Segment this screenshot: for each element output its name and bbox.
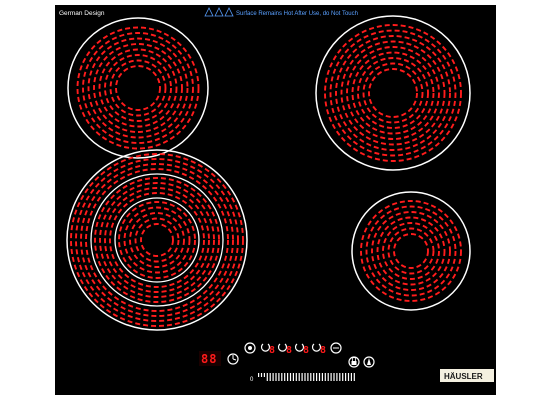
brand-logo: HÄUSLER: [444, 372, 483, 381]
slider-tick: [350, 373, 352, 381]
slider-tick: [301, 373, 303, 381]
slider-tick: [292, 373, 294, 381]
slider-tick: [275, 373, 277, 381]
slider-tick: [324, 373, 326, 381]
slider-tick: [336, 373, 338, 381]
slider-tick: [304, 373, 306, 381]
slider-tick: [272, 373, 274, 381]
svg-text:8: 8: [320, 345, 326, 356]
slider-tick: [269, 373, 271, 381]
slider-tick: [260, 373, 263, 377]
timer-display: 88: [201, 352, 217, 366]
slider-tick: [342, 373, 344, 381]
slider-tick: [281, 373, 283, 381]
svg-text:8: 8: [286, 345, 292, 356]
slider-tick: [266, 373, 268, 381]
slider-tick: [347, 373, 350, 381]
slider-tick: [339, 373, 341, 381]
svg-text:8: 8: [303, 345, 309, 356]
slider-tick: [310, 373, 312, 381]
glass-surface: [55, 5, 496, 395]
slider-tick: [345, 373, 347, 381]
slider-tick: [289, 373, 292, 381]
slider-tick: [333, 373, 335, 381]
slider-tick: [278, 373, 280, 381]
ceramic-hob-panel: German Design Surface Remains Hot After …: [55, 5, 496, 395]
slider-tick: [263, 373, 265, 377]
slider-tick: [353, 373, 355, 381]
slider-tick: [321, 373, 323, 381]
warning-text: Surface Remains Hot After Use, do Not To…: [236, 11, 358, 17]
origin-label: German Design: [59, 10, 105, 17]
slider-tick: [313, 373, 315, 381]
slider-tick: [327, 373, 329, 381]
slider-tick: [298, 373, 300, 381]
slider-tick: [258, 373, 260, 377]
slider-tick: [318, 373, 321, 381]
svg-text:8: 8: [269, 345, 275, 356]
slider-tick: [287, 373, 289, 381]
slider-tick: [284, 373, 286, 381]
slider-tick: [295, 373, 297, 381]
slider-tick: [316, 373, 318, 381]
slider-tick: [330, 373, 332, 381]
slider-tick: [307, 373, 309, 381]
